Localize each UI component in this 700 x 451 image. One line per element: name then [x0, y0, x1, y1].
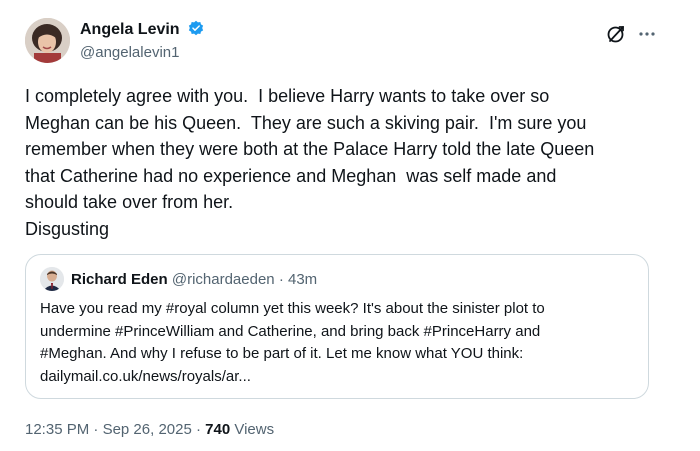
- author-name[interactable]: Angela Levin: [80, 20, 204, 39]
- quote-text: Have you read my #royal column yet this …: [40, 298, 640, 388]
- more-icon[interactable]: [636, 23, 658, 45]
- quote-author-avatar[interactable]: [40, 267, 64, 291]
- quoted-tweet[interactable]: Richard Eden @richardaeden · 43m Have yo…: [25, 254, 649, 399]
- tweet-line: remember when they were both at the Pala…: [25, 139, 595, 159]
- grok-icon[interactable]: [605, 23, 627, 45]
- tweet-meta: 12:35 PM · Sep 26, 2025 · 740 Views: [25, 421, 274, 438]
- tweet-line: Meghan can be his Queen. They are such a…: [25, 112, 587, 133]
- tweet-line: Disgusting: [25, 218, 110, 239]
- quote-line: dailymail.co.uk/news/royals/ar...: [40, 367, 251, 385]
- quote-line: undermine #PrinceWilliam and Catherine, …: [40, 322, 541, 340]
- quote-line: Have you read my #royal column yet this …: [40, 300, 545, 317]
- tweet-line: should take over from her.: [25, 192, 234, 212]
- meta-separator: ·: [93, 421, 99, 438]
- quote-author-handle[interactable]: @richardaeden: [172, 271, 275, 288]
- tweet-time[interactable]: 12:35 PM: [25, 421, 89, 438]
- tweet-line: I completely agree with you. I believe H…: [25, 86, 550, 106]
- verified-badge-icon: [188, 20, 204, 36]
- tweet-text: I completely agree with you. I believe H…: [25, 83, 665, 242]
- quote-line: #Meghan. And why I refuse to be part of …: [40, 345, 524, 362]
- author-name-text[interactable]: Angela Levin: [80, 21, 180, 38]
- quote-separator: ·: [278, 271, 284, 288]
- views-count: 740: [205, 421, 231, 438]
- quote-author-name[interactable]: Richard Eden: [71, 271, 168, 288]
- tweet-line: that Catherine had no experience and Meg…: [25, 165, 557, 186]
- meta-separator: ·: [195, 421, 201, 438]
- quote-header: Richard Eden @richardaeden · 43m: [71, 271, 317, 288]
- views-label: Views: [234, 421, 275, 438]
- author-avatar[interactable]: [25, 18, 70, 63]
- quote-timestamp[interactable]: 43m: [288, 271, 317, 288]
- tweet-date[interactable]: Sep 26, 2025: [103, 421, 192, 438]
- author-handle[interactable]: @angelalevin1: [80, 44, 179, 61]
